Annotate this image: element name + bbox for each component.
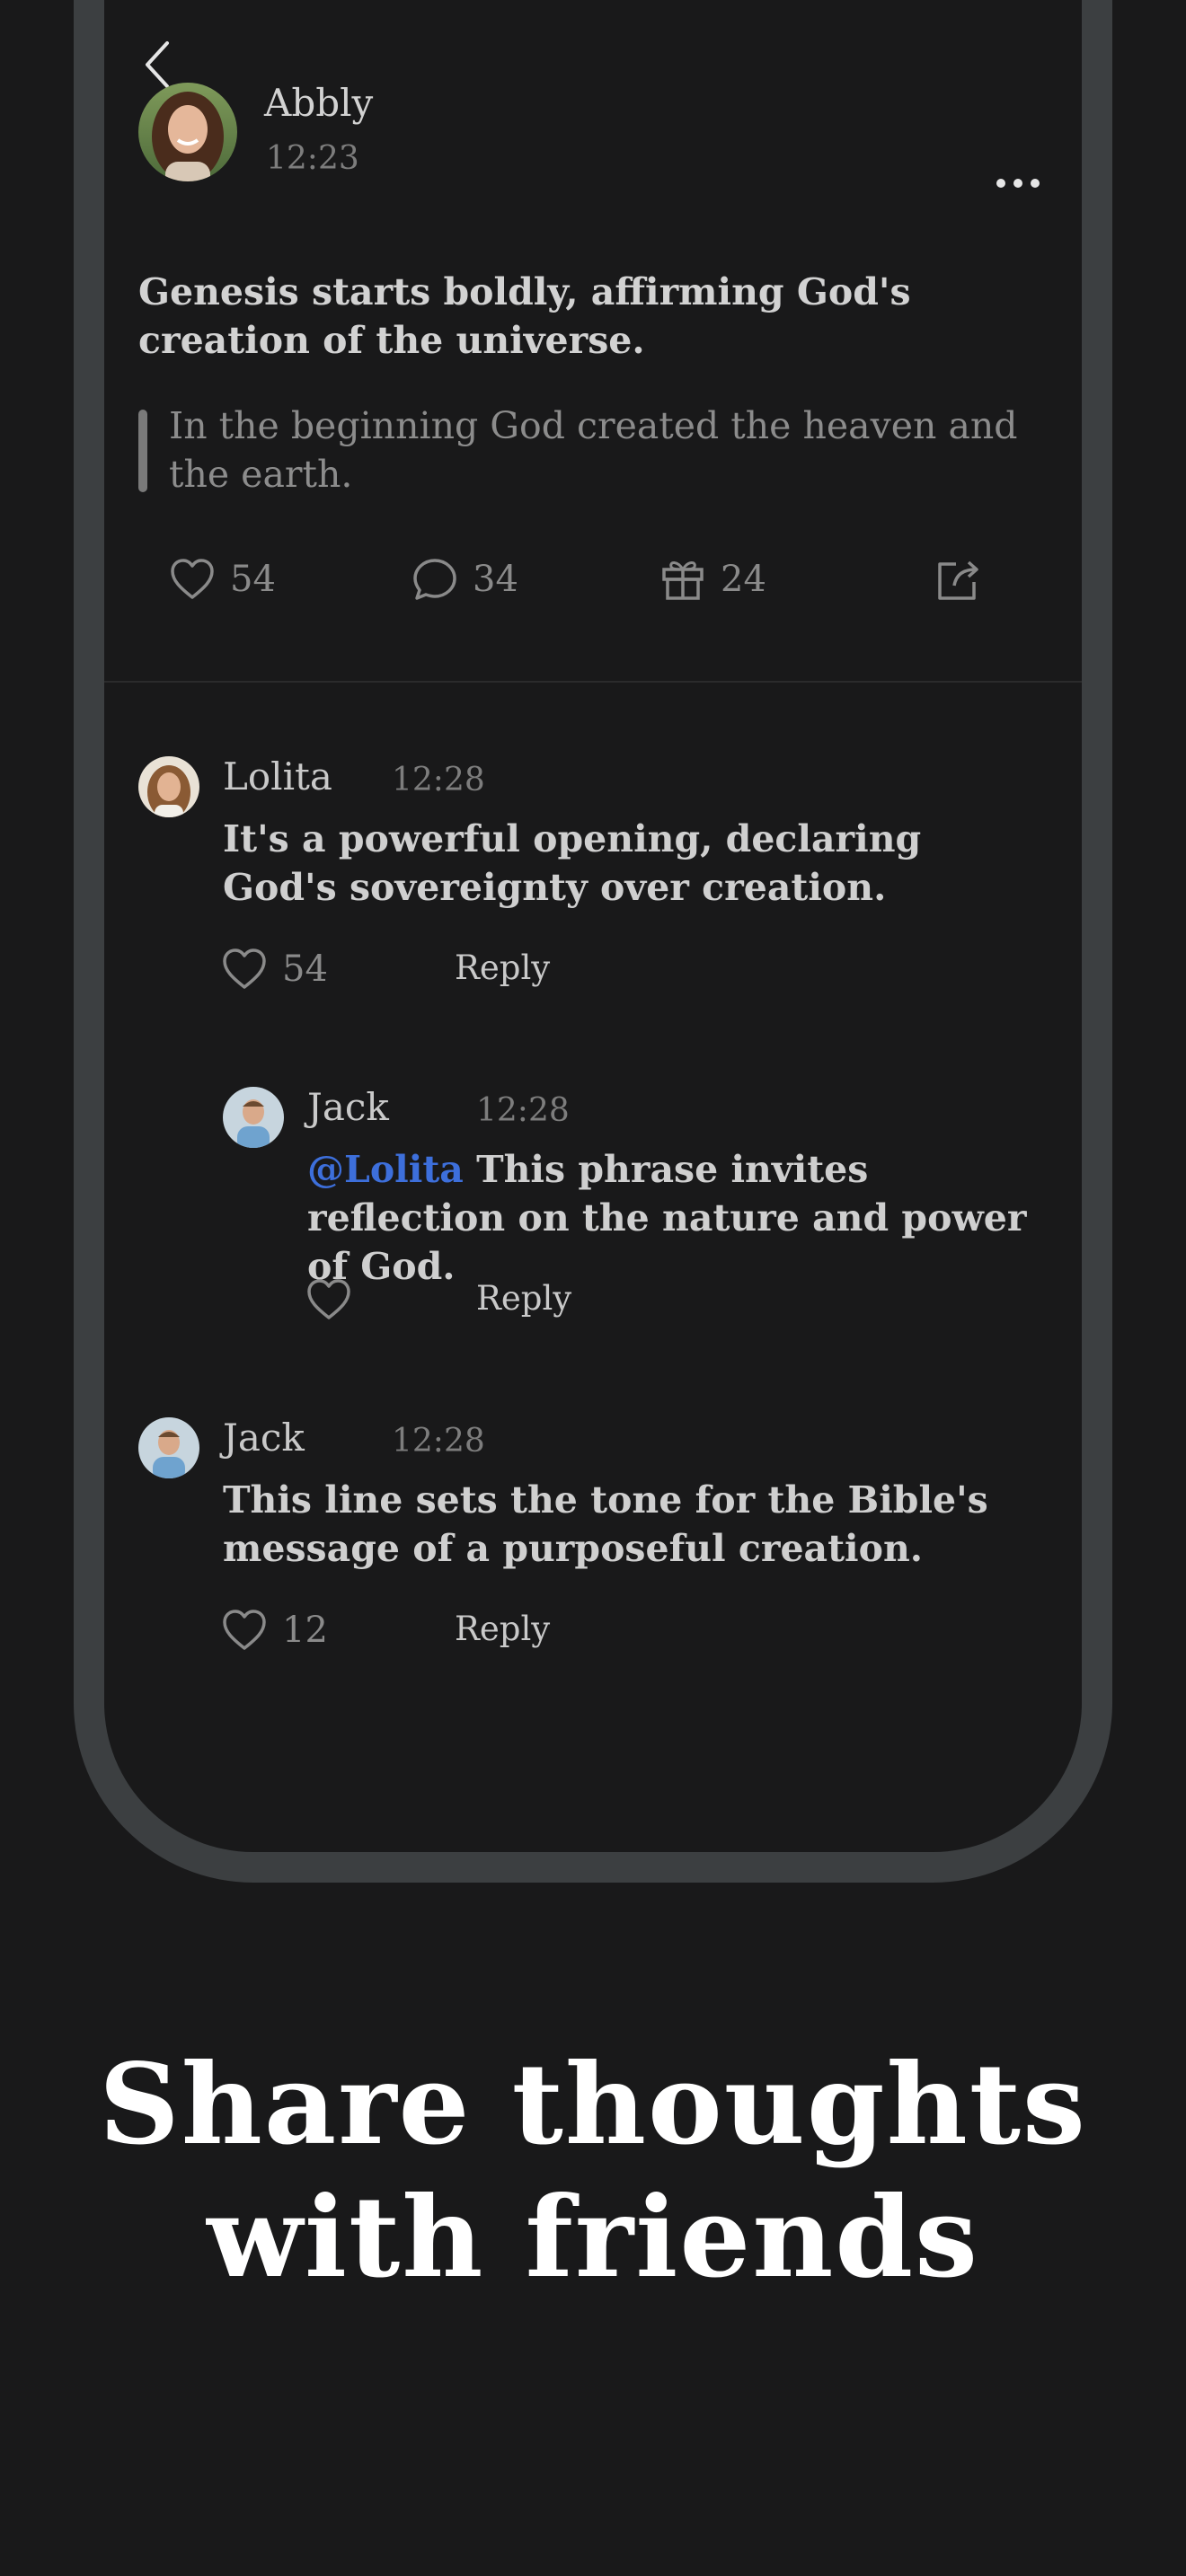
comment-timestamp: 12:28 [392,762,485,798]
avatar[interactable] [138,83,237,181]
heart-icon [223,948,266,989]
comment-like-button[interactable] [305,1277,367,1322]
phone-frame: Abbly 12:23 Genesis starts boldly, affir… [74,0,1112,1883]
share-icon[interactable] [933,557,983,604]
comment-like-count: 12 [282,1610,328,1651]
comment-author-name[interactable]: Jack [307,1085,389,1129]
gift-icon [662,561,704,600]
comment-timestamp: 12:28 [392,1423,485,1460]
avatar[interactable] [223,1087,284,1148]
tagline-line-2: with friends [207,2173,979,2303]
avatar[interactable] [138,1417,199,1478]
quote-bar [138,410,147,492]
reply-button[interactable]: Reply [476,1279,571,1318]
gift-button[interactable]: 24 [659,557,766,602]
heart-icon [171,559,214,599]
heart-icon [307,1279,350,1319]
heart-icon [223,1610,266,1650]
mention-link[interactable]: @Lolita [307,1148,464,1191]
comment-author-name[interactable]: Jack [223,1416,305,1460]
tagline-line-1: Share thoughts [99,2040,1087,2170]
post-author-name[interactable]: Abbly [264,81,373,125]
gift-count: 24 [721,559,766,600]
comment-text: This line sets the tone for the Bible's … [223,1478,988,1570]
comment-icon [413,559,456,600]
post-title: Genesis starts boldly, affirming God's c… [138,270,911,362]
comment-timestamp: 12:28 [476,1092,570,1129]
like-count: 54 [230,559,276,600]
comment-count: 34 [473,559,518,600]
more-icon[interactable] [994,174,1042,192]
divider [104,681,1082,683]
comment-author-name[interactable]: Lolita [223,754,332,798]
scripture-quote: In the beginning God created the heaven … [169,404,1018,496]
comment-text: It's a powerful opening, declaring God's… [223,817,922,909]
reply-button[interactable]: Reply [455,948,550,987]
comment-like-count: 54 [282,948,328,990]
comment-button[interactable]: 34 [412,557,518,602]
avatar[interactable] [138,756,199,817]
marketing-tagline: Share thoughts with friends [0,2039,1186,2305]
post-detail-screen: Abbly 12:23 Genesis starts boldly, affir… [104,0,1082,1852]
post-timestamp: 12:23 [266,140,359,177]
like-button[interactable]: 54 [169,557,276,602]
comment-text: @Lolita This phrase invites reflection o… [307,1145,1044,1291]
comment-like-button[interactable]: 12 [221,1608,328,1653]
reply-button[interactable]: Reply [455,1610,550,1648]
comment-like-button[interactable]: 54 [221,947,328,992]
